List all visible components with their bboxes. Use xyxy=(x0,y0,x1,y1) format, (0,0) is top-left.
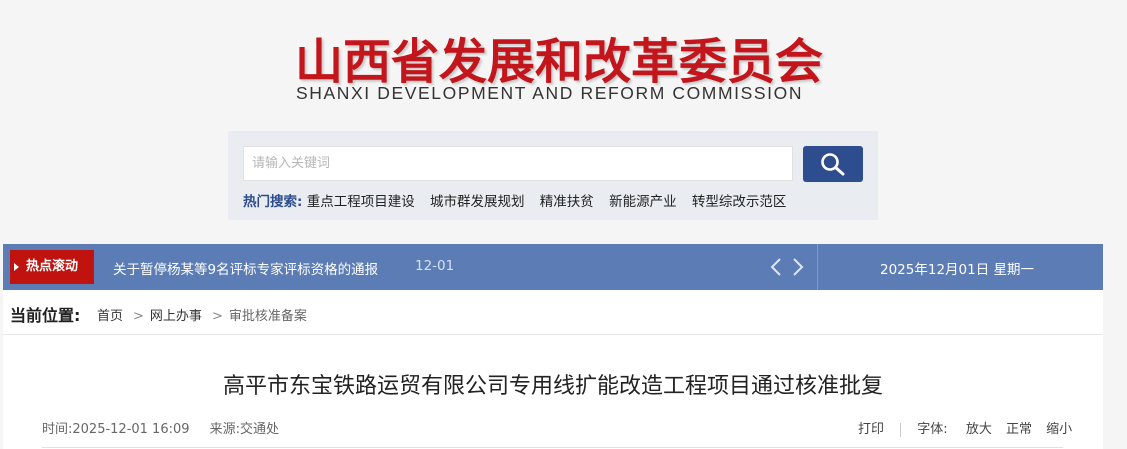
search-input[interactable] xyxy=(243,146,793,181)
hot-search-term[interactable]: 转型综改示范区 xyxy=(692,194,787,210)
search-panel: 热门搜索: 重点工程项目建设 城市群发展规划 精准扶贫 新能源产业 转型综改示范… xyxy=(228,131,878,220)
tools-divider xyxy=(900,422,902,437)
meta-divider xyxy=(42,447,1063,448)
article-tools: 打印 字体: 放大 正常 缩小 xyxy=(858,418,1082,437)
site-logo-title[interactable]: 山西省发展和改革委员会 xyxy=(295,22,825,92)
breadcrumb: 当前位置: 首页 > 网上办事 > 审批核准备案 xyxy=(3,290,1103,335)
article-meta: 时间:2025-12-01 16:09 来源:交通处 xyxy=(42,418,279,437)
article-container: 当前位置: 首页 > 网上办事 > 审批核准备案 高平市东宝铁路运贸有限公司专用线扩… xyxy=(3,290,1103,449)
site-header: 山西省发展和改革委员会 SHANXI DEVELOPMENT AND REFOR… xyxy=(0,0,1127,245)
ticker-next-arrow-icon[interactable] xyxy=(791,257,805,277)
breadcrumb-approval[interactable]: 审批核准备案 xyxy=(229,309,307,324)
search-icon xyxy=(821,153,845,176)
news-ticker-bar: 热点滚动 关于暂停杨某等9名评标专家评标资格的通报 12-01 2025年12月… xyxy=(3,244,1103,290)
ticker-headline-date: 12-01 xyxy=(415,258,455,274)
current-date: 2025年12月01日 星期一 xyxy=(880,262,1035,278)
ticker-prev-arrow-icon[interactable] xyxy=(769,257,783,277)
article-title: 高平市东宝铁路运贸有限公司专用线扩能改造工程项目通过核准批复 xyxy=(222,374,883,399)
font-size-label: 字体: xyxy=(917,422,948,437)
ticker-headline-link[interactable]: 关于暂停杨某等9名评标专家评标资格的通报 xyxy=(113,258,378,278)
breadcrumb-home[interactable]: 首页 xyxy=(97,309,123,324)
font-small-button[interactable]: 缩小 xyxy=(1046,422,1072,437)
hot-search-row: 热门搜索: 重点工程项目建设 城市群发展规划 精准扶贫 新能源产业 转型综改示范… xyxy=(243,190,797,210)
site-logo-subtitle: SHANXI DEVELOPMENT AND REFORM COMMISSION xyxy=(296,83,804,103)
font-large-button[interactable]: 放大 xyxy=(966,422,992,437)
search-button[interactable] xyxy=(803,146,863,182)
breadcrumb-online-services[interactable]: 网上办事 xyxy=(150,309,202,324)
breadcrumb-separator: > xyxy=(133,309,144,324)
hot-search-term[interactable]: 城市群发展规划 xyxy=(430,194,525,210)
article-time: 时间:2025-12-01 16:09 xyxy=(42,422,190,437)
hot-search-term[interactable]: 新能源产业 xyxy=(609,194,677,210)
breadcrumb-separator: > xyxy=(212,309,223,324)
breadcrumb-label: 当前位置: xyxy=(10,306,81,325)
ticker-divider xyxy=(817,244,818,290)
font-normal-button[interactable]: 正常 xyxy=(1006,422,1032,437)
hot-search-term[interactable]: 精准扶贫 xyxy=(540,194,594,210)
hot-search-label: 热门搜索: xyxy=(243,194,303,210)
article-source: 来源:交通处 xyxy=(209,422,280,437)
print-button[interactable]: 打印 xyxy=(858,422,884,437)
ticker-badge: 热点滚动 xyxy=(10,250,94,284)
hot-search-term[interactable]: 重点工程项目建设 xyxy=(307,194,415,210)
